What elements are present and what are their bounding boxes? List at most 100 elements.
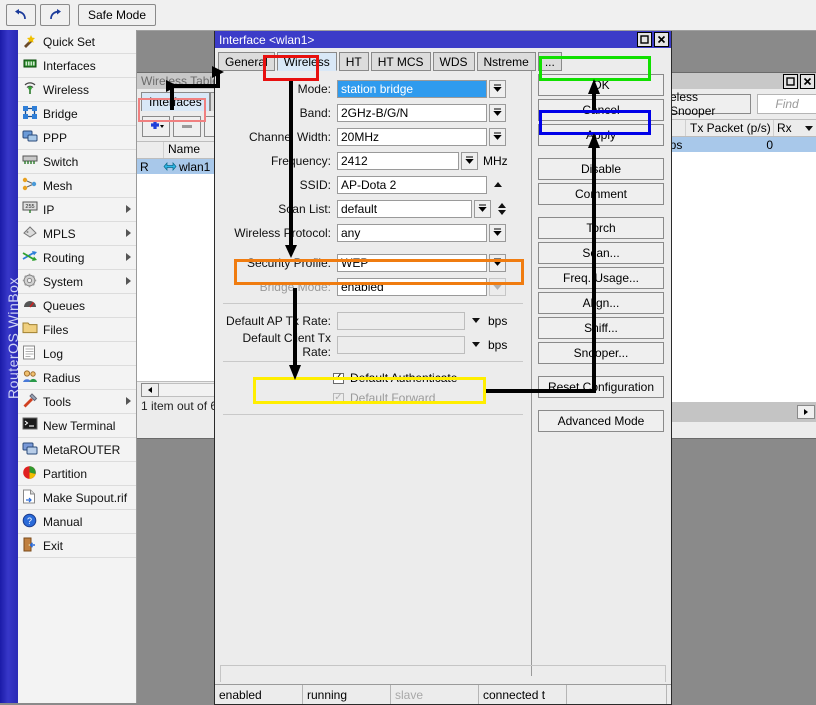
app-toolbar: Safe Mode bbox=[0, 0, 816, 31]
frequency-dropdown-icon[interactable] bbox=[461, 151, 478, 170]
security-profile-dropdown-icon[interactable] bbox=[489, 253, 506, 272]
scan-list-dropdown-icon[interactable] bbox=[474, 199, 491, 218]
mesh-icon bbox=[22, 177, 39, 194]
scan-list-input[interactable]: default bbox=[337, 199, 472, 218]
align-button[interactable]: Align... bbox=[538, 292, 664, 314]
col-name[interactable]: Name bbox=[164, 142, 200, 158]
sidebar-item-quick-set[interactable]: Quick Set bbox=[18, 30, 136, 54]
scan-button[interactable]: Scan... bbox=[538, 242, 664, 264]
snooper-button[interactable]: Snooper... bbox=[538, 342, 664, 364]
col-flag bbox=[137, 142, 164, 158]
sidebar-item-metarouter[interactable]: MetaROUTER bbox=[18, 438, 136, 462]
tab-ht[interactable]: HT bbox=[338, 52, 369, 71]
cancel-button[interactable]: Cancel bbox=[538, 99, 664, 121]
sidebar-item-switch[interactable]: Switch bbox=[18, 150, 136, 174]
left-arrow-icon[interactable] bbox=[141, 383, 159, 397]
sniff-button[interactable]: Sniff... bbox=[538, 317, 664, 339]
comment-button[interactable]: Comment bbox=[538, 183, 664, 205]
sidebar-item-make-supout-rif[interactable]: Make Supout.rif bbox=[18, 486, 136, 510]
plus-icon[interactable] bbox=[142, 115, 170, 137]
tab-interfaces[interactable]: Interfaces bbox=[141, 92, 210, 111]
maximize-icon[interactable] bbox=[783, 73, 798, 89]
tab-ht-mcs[interactable]: HT MCS bbox=[370, 52, 431, 71]
field-ssid: SSID: AP-Dota 2 bbox=[215, 174, 531, 195]
default-client-tx-rate-input[interactable] bbox=[337, 335, 465, 354]
cell-tx-packet: 0 bbox=[766, 137, 773, 152]
sidebar-item-tools[interactable]: Tools bbox=[18, 390, 136, 414]
ok-button[interactable]: OK bbox=[538, 74, 664, 96]
sidebar-item-label: Queues bbox=[43, 298, 86, 313]
sidebar-item-label: MPLS bbox=[43, 226, 76, 241]
sidebar-item-label: Tools bbox=[43, 394, 72, 409]
reset-configuration-button[interactable]: Reset Configuration bbox=[538, 376, 664, 398]
right-window-scrollbar[interactable] bbox=[661, 402, 816, 422]
maximize-icon[interactable] bbox=[637, 32, 652, 47]
sidebar-item-queues[interactable]: Queues bbox=[18, 294, 136, 318]
default-ap-tx-rate-input[interactable] bbox=[337, 311, 465, 330]
apply-button[interactable]: Apply bbox=[538, 124, 664, 146]
sidebar-item-files[interactable]: Files bbox=[18, 318, 136, 342]
mode-dropdown-icon[interactable] bbox=[489, 79, 506, 98]
undo-arrow-icon[interactable] bbox=[6, 4, 36, 26]
close-icon[interactable] bbox=[654, 32, 669, 47]
interfaces-icon bbox=[22, 57, 39, 74]
col-rx[interactable]: Rx bbox=[774, 120, 801, 136]
freq-usage-button[interactable]: Freq. Usage... bbox=[538, 267, 664, 289]
mode-input[interactable]: station bridge bbox=[337, 79, 487, 98]
default-ap-tx-rate-caret-icon[interactable] bbox=[469, 318, 483, 323]
wireless-protocol-input[interactable]: any bbox=[337, 223, 487, 242]
sidebar-item-ppp[interactable]: PPP bbox=[18, 126, 136, 150]
sidebar-item-new-terminal[interactable]: New Terminal bbox=[18, 414, 136, 438]
right-arrow-icon[interactable] bbox=[797, 405, 815, 419]
scan-list-updown-icon[interactable] bbox=[495, 202, 509, 215]
routing-icon bbox=[22, 249, 39, 266]
band-dropdown-icon[interactable] bbox=[489, 103, 506, 122]
default-authenticate-checkbox[interactable]: ✓ bbox=[333, 372, 344, 384]
sidebar-item-radius[interactable]: Radius bbox=[18, 366, 136, 390]
tab-wds[interactable]: WDS bbox=[432, 52, 475, 71]
sidebar-item-mpls[interactable]: MPLS bbox=[18, 222, 136, 246]
find-input[interactable]: Find bbox=[757, 94, 816, 114]
frequency-unit: MHz bbox=[483, 153, 508, 168]
sidebar-item-exit[interactable]: Exit bbox=[18, 534, 136, 558]
frequency-input[interactable]: 2412 bbox=[337, 151, 459, 170]
sidebar-item-partition[interactable]: Partition bbox=[18, 462, 136, 486]
sidebar-item-label: New Terminal bbox=[43, 418, 116, 433]
torch-button[interactable]: Torch bbox=[538, 217, 664, 239]
wireless-protocol-dropdown-icon[interactable] bbox=[489, 223, 506, 242]
sidebar-item-wireless[interactable]: Wireless bbox=[18, 78, 136, 102]
disable-button[interactable]: Disable bbox=[538, 158, 664, 180]
minus-icon[interactable] bbox=[173, 115, 201, 137]
band-input[interactable]: 2GHz-B/G/N bbox=[337, 103, 487, 122]
sidebar-item-mesh[interactable]: Mesh bbox=[18, 174, 136, 198]
security-profile-input[interactable]: WEP bbox=[337, 253, 487, 272]
sidebar-item-manual[interactable]: ? Manual bbox=[18, 510, 136, 534]
default-client-tx-rate-caret-icon[interactable] bbox=[469, 342, 483, 347]
tab-more[interactable]: ... bbox=[537, 52, 562, 71]
status-slave: slave bbox=[391, 685, 479, 704]
sidebar-item-label: Partition bbox=[43, 466, 88, 481]
redo-arrow-icon[interactable] bbox=[40, 4, 70, 26]
advanced-mode-button[interactable]: Advanced Mode bbox=[538, 410, 664, 432]
channel-width-dropdown-icon[interactable] bbox=[489, 127, 506, 146]
chevron-down-icon[interactable] bbox=[801, 125, 816, 131]
ssid-up-icon[interactable] bbox=[491, 182, 505, 187]
tab-general[interactable]: General bbox=[218, 52, 275, 71]
table-row[interactable]: bps 0 bbox=[661, 137, 816, 152]
field-band: Band: 2GHz-B/G/N bbox=[215, 102, 531, 123]
label-ssid: SSID: bbox=[299, 177, 331, 192]
close-icon[interactable] bbox=[800, 73, 815, 89]
col-tx-packet[interactable]: Tx Packet (p/s) bbox=[686, 120, 774, 136]
sidebar-item-bridge[interactable]: Bridge bbox=[18, 102, 136, 126]
sidebar-item-log[interactable]: Log bbox=[18, 342, 136, 366]
sidebar-item-interfaces[interactable]: Interfaces bbox=[18, 54, 136, 78]
channel-width-input[interactable]: 20MHz bbox=[337, 127, 487, 146]
tab-wireless[interactable]: Wireless bbox=[276, 52, 337, 71]
wireless-snooper-button[interactable]: eless Snooper bbox=[663, 90, 752, 118]
sidebar-item-system[interactable]: System bbox=[18, 270, 136, 294]
ssid-input[interactable]: AP-Dota 2 bbox=[337, 175, 487, 194]
tab-nstreme[interactable]: Nstreme bbox=[476, 52, 536, 71]
sidebar-item-routing[interactable]: Routing bbox=[18, 246, 136, 270]
sidebar-item-ip[interactable]: 255 IP bbox=[18, 198, 136, 222]
safe-mode-button[interactable]: Safe Mode bbox=[78, 4, 156, 26]
